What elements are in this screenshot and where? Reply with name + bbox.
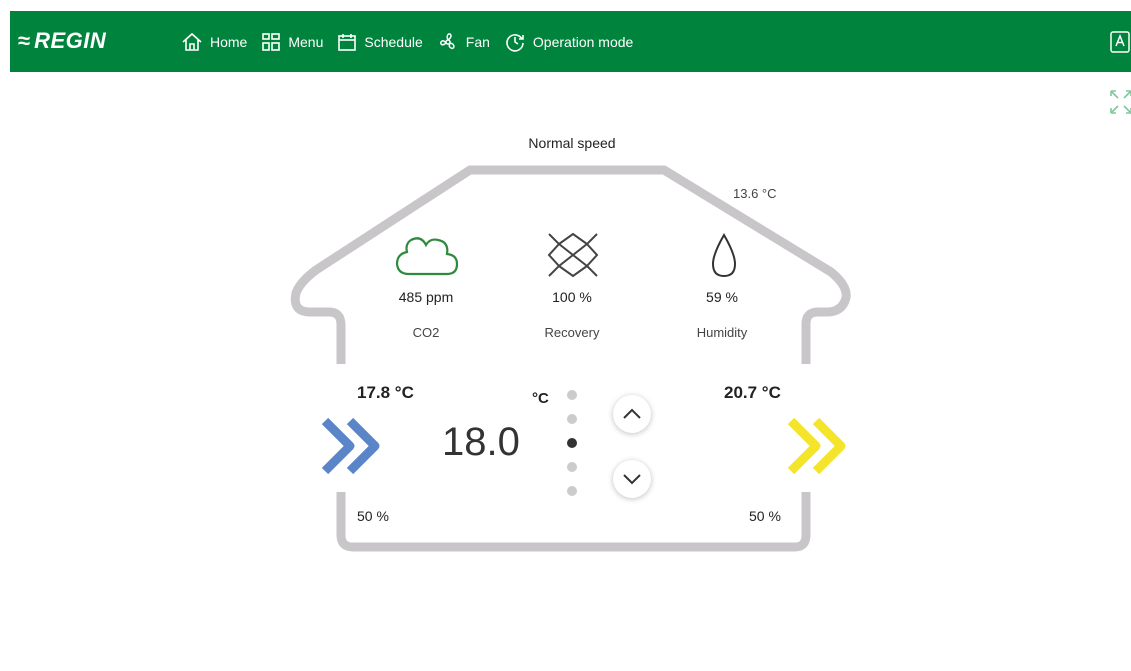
temperature-setpoint: 18.0 — [442, 420, 520, 464]
humidity-value: 59 % — [706, 289, 738, 305]
chevron-up-icon — [623, 408, 641, 419]
recovery-value: 100 % — [552, 289, 592, 305]
supply-fan-percent: 50 % — [357, 508, 389, 524]
cloud-icon — [395, 237, 459, 276]
setpoint-step-dot — [567, 390, 577, 400]
droplet-icon — [711, 233, 737, 278]
co2-value: 485 ppm — [398, 289, 454, 305]
decrease-setpoint-button[interactable] — [613, 460, 651, 498]
increase-setpoint-button[interactable] — [613, 395, 651, 433]
setpoint-step-dot — [567, 486, 577, 496]
heat-exchanger-icon — [547, 232, 599, 278]
humidity-label: Humidity — [696, 325, 748, 340]
house-outline-bottom — [336, 492, 811, 552]
outdoor-temperature: 13.6 °C — [733, 186, 777, 201]
setpoint-step-dot — [567, 414, 577, 424]
chevron-down-icon — [623, 474, 641, 485]
setpoint-unit: °C — [532, 390, 549, 407]
extract-temperature: 20.7 °C — [724, 383, 781, 402]
setpoint-step-dot — [567, 462, 577, 472]
supply-temperature: 17.8 °C — [357, 383, 414, 402]
recovery-label: Recovery — [544, 325, 600, 340]
supply-air-arrow — [321, 417, 380, 475]
co2-label: CO2 — [412, 325, 440, 340]
extract-fan-percent: 50 % — [749, 508, 781, 524]
exhaust-air-arrow — [787, 417, 846, 475]
setpoint-step-dot-active — [567, 438, 577, 448]
fan-speed-status: Normal speed — [528, 135, 616, 151]
